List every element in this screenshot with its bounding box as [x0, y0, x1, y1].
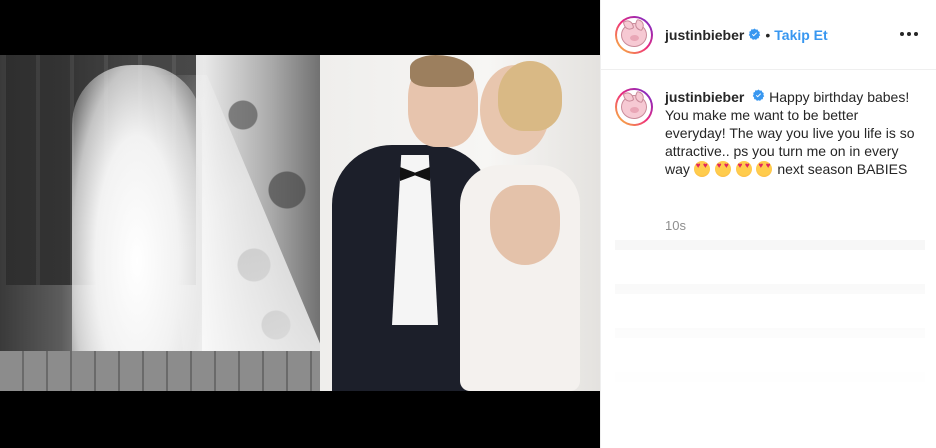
caption-username[interactable]: justinbieber: [665, 89, 744, 105]
caption-comment: justinbieber Happy birthday babes! You m…: [615, 88, 925, 178]
faded-comments-area: [615, 240, 925, 400]
photo-left-bride: [0, 55, 340, 391]
photo-bride-figure: [72, 65, 202, 391]
star-struck-emoji: [756, 161, 773, 177]
photo-bride-hair: [498, 61, 562, 131]
pig-avatar-icon: [621, 22, 647, 47]
header-username[interactable]: justinbieber: [665, 27, 744, 43]
verified-badge-icon: [752, 89, 765, 102]
photo-floor: [0, 351, 340, 391]
post-sidebar: justinbieber • Takip Et justinbieber Hap…: [600, 0, 936, 448]
more-options-icon[interactable]: [897, 24, 921, 44]
post-photo[interactable]: [0, 55, 600, 391]
avatar[interactable]: [615, 15, 653, 54]
star-struck-emoji: [714, 161, 731, 177]
post-header: justinbieber • Takip Et: [601, 0, 936, 70]
post-timestamp: 10s: [665, 218, 686, 233]
star-struck-emoji: [693, 161, 710, 177]
avatar-inner: [617, 17, 651, 52]
header-separator: •: [765, 26, 771, 43]
media-pane: [0, 0, 600, 448]
caption-text: justinbieber Happy birthday babes! You m…: [665, 88, 917, 178]
star-struck-emoji: [735, 161, 752, 177]
caption-avatar[interactable]: [615, 88, 653, 126]
photo-bride-back: [490, 185, 560, 265]
follow-button[interactable]: Takip Et: [774, 27, 827, 43]
caption-avatar-inner: [617, 90, 651, 124]
photo-right-couple: [320, 55, 600, 391]
verified-badge-icon: [748, 28, 761, 41]
photo-groom-hair: [410, 55, 474, 87]
caption-tail: next season BABIES: [777, 161, 908, 177]
pig-avatar-icon: [621, 95, 647, 119]
